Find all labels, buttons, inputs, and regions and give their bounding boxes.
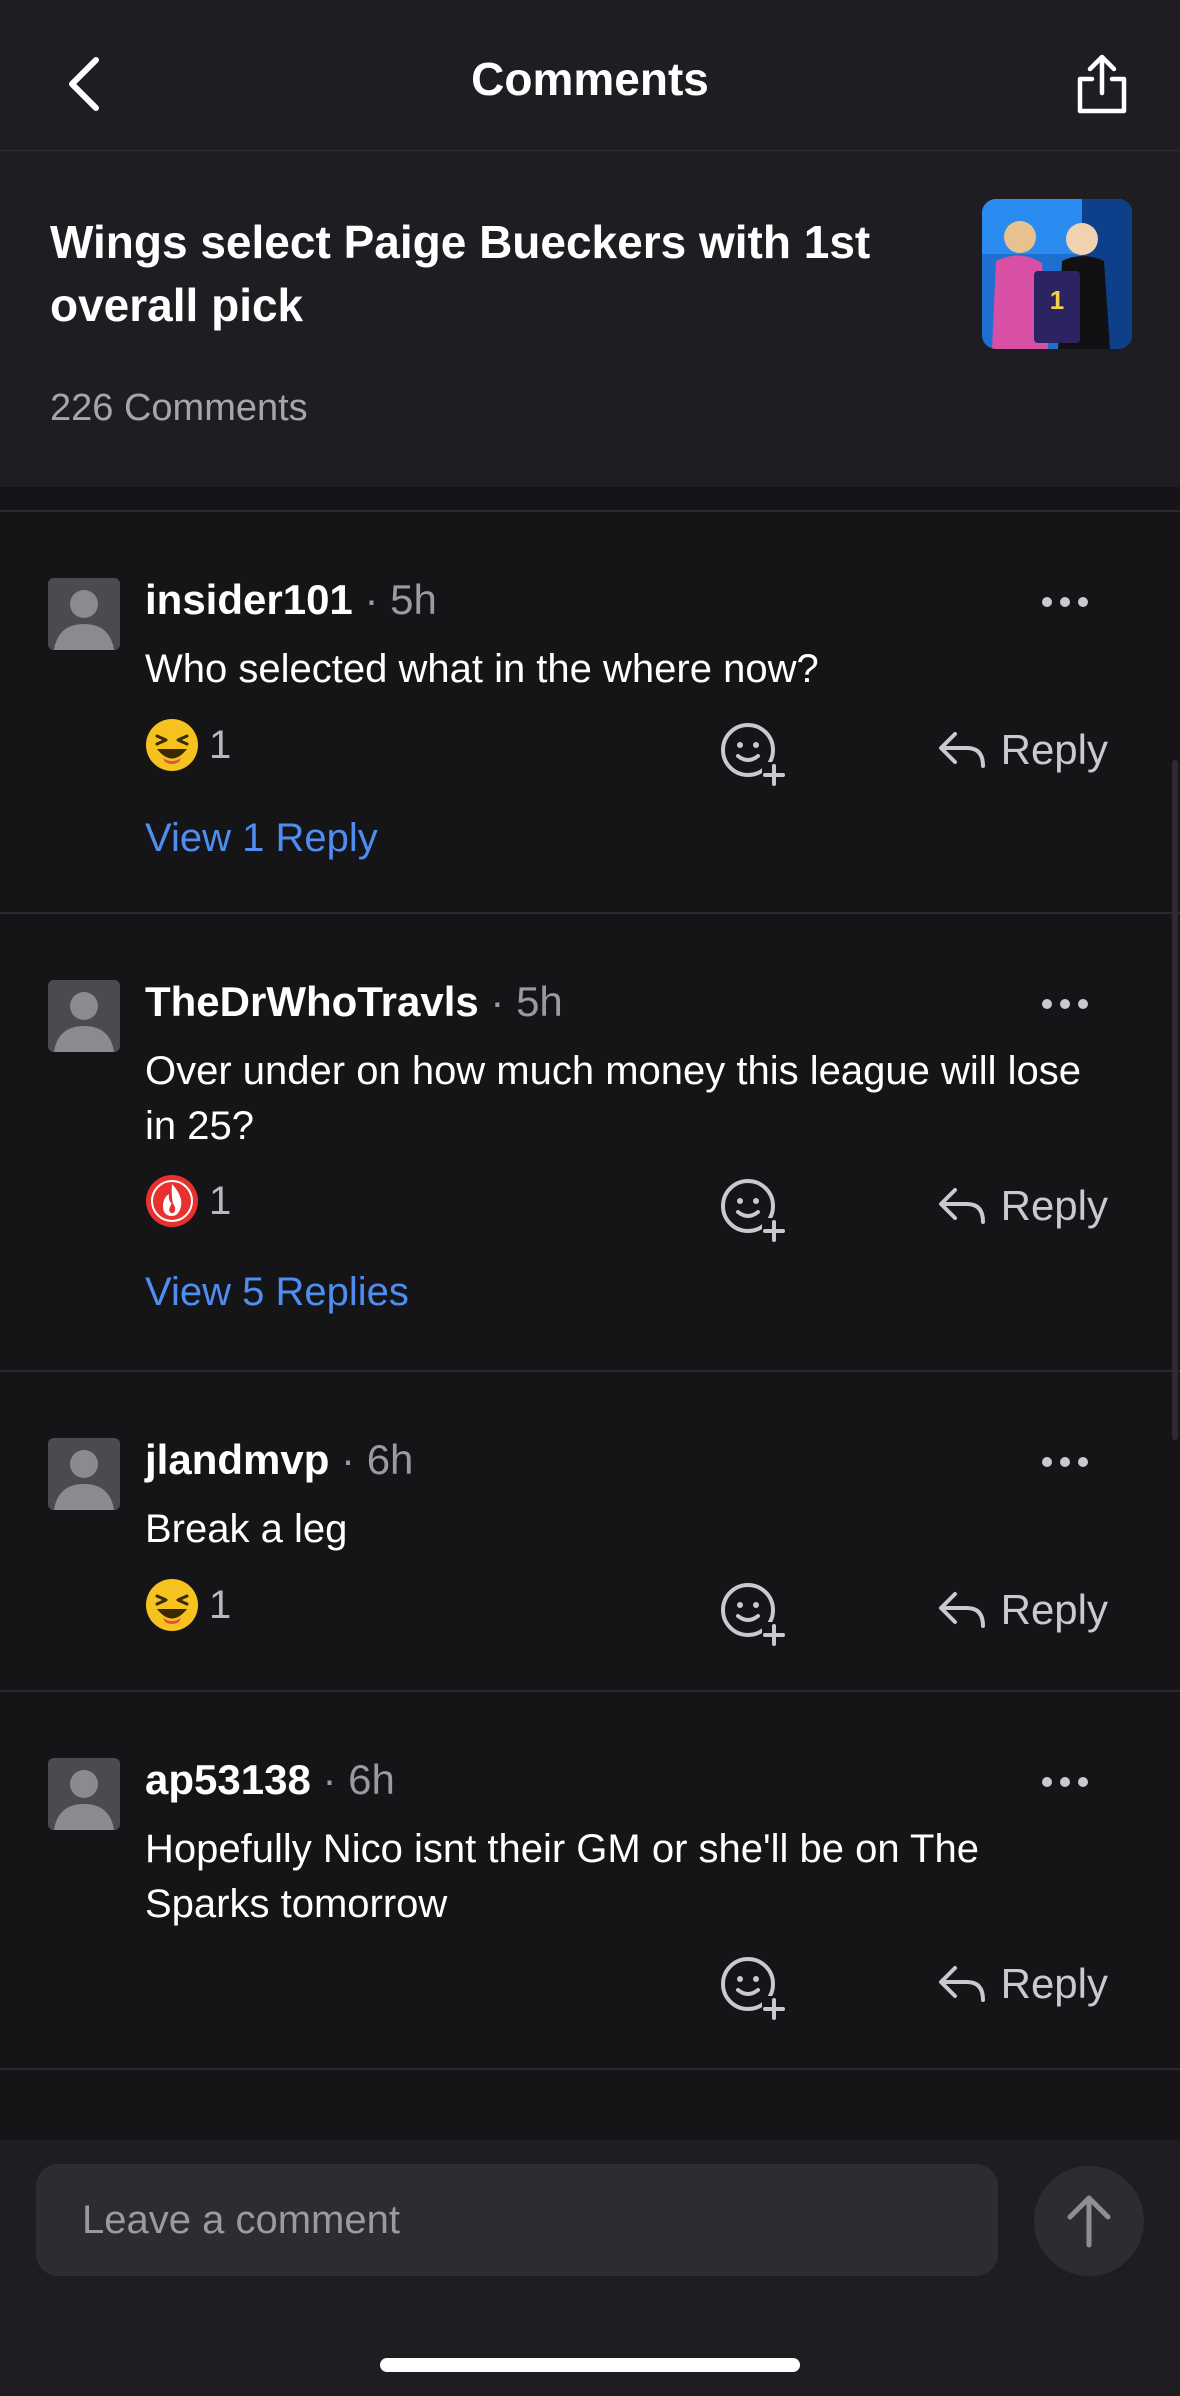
add-reaction-button[interactable]	[718, 720, 788, 790]
comment-text: Over under on how much money this league…	[145, 1049, 1082, 1148]
reply-label: Reply	[1000, 1960, 1108, 2007]
comment-count: 226 Comments	[50, 387, 308, 429]
reply-label: Reply	[1000, 1182, 1108, 1229]
avatar[interactable]	[48, 980, 120, 1052]
scrollbar[interactable]	[1172, 760, 1178, 1440]
add-reaction-button[interactable]	[718, 1954, 788, 2024]
comment-text: Break a leg	[145, 1507, 348, 1551]
reply-button[interactable]: Reply	[937, 1960, 1108, 2008]
meta-separator: ·	[364, 576, 391, 623]
laughing-emoji-icon	[146, 719, 198, 771]
more-options-button[interactable]	[1030, 984, 1100, 1024]
timestamp: 6h	[348, 1756, 395, 1803]
avatar[interactable]	[48, 578, 120, 650]
add-reaction-button[interactable]	[718, 1176, 788, 1246]
add-reaction-icon	[721, 1583, 786, 1646]
view-replies-link[interactable]: View 5 Replies	[145, 1270, 409, 1315]
username[interactable]: TheDrWhoTravls	[145, 978, 479, 1025]
comment-text: Hopefully Nico isnt their GM or she'll b…	[145, 1827, 979, 1926]
more-horizontal-icon	[1042, 1777, 1088, 1787]
add-reaction-icon	[721, 1179, 786, 1242]
comment-item: TheDrWhoTravls · 5h Over under on how mu…	[0, 914, 1180, 1372]
reply-button[interactable]: Reply	[937, 1182, 1108, 1230]
default-avatar-icon	[48, 1758, 120, 1830]
comment-meta: TheDrWhoTravls · 5h	[145, 978, 563, 1026]
comment-meta: ap53138 · 6h	[145, 1756, 395, 1804]
article-header: Wings select Paige Bueckers with 1st ove…	[0, 151, 1180, 487]
more-horizontal-icon	[1042, 597, 1088, 607]
meta-separator: ·	[341, 1436, 367, 1483]
default-avatar-icon	[48, 578, 120, 650]
meta-separator: ·	[322, 1756, 349, 1803]
comment-item: insider101 · 5h Who selected what in the…	[0, 512, 1180, 914]
add-reaction-button[interactable]	[718, 1580, 788, 1650]
username[interactable]: ap53138	[145, 1756, 311, 1803]
arrow-up-icon	[1067, 2195, 1111, 2248]
reaction-count: 1	[209, 1178, 232, 1223]
reply-button[interactable]: Reply	[937, 1586, 1108, 1634]
reply-label: Reply	[1000, 726, 1108, 773]
avatar[interactable]	[48, 1438, 120, 1510]
article-title[interactable]: Wings select Paige Bueckers with 1st ove…	[50, 211, 930, 337]
article-thumbnail[interactable]: 1	[982, 199, 1132, 349]
laughing-emoji-icon	[146, 1579, 198, 1631]
username[interactable]: insider101	[145, 576, 353, 623]
comment-text: Who selected what in the where now?	[145, 647, 819, 691]
reaction-chip[interactable]: 1	[145, 718, 231, 772]
default-avatar-icon	[48, 1438, 120, 1510]
username[interactable]: jlandmvp	[145, 1436, 329, 1483]
share-button[interactable]	[1064, 44, 1140, 124]
top-bar: Comments	[0, 0, 1180, 151]
more-options-button[interactable]	[1030, 1442, 1100, 1482]
comment-input[interactable]	[36, 2164, 998, 2276]
send-button[interactable]	[1034, 2166, 1144, 2276]
share-icon	[1077, 54, 1127, 114]
comment-item: ap53138 · 6h Hopefully Nico isnt their G…	[0, 1692, 1180, 2070]
more-horizontal-icon	[1042, 1457, 1088, 1467]
reply-arrow-icon	[938, 732, 985, 768]
reply-arrow-icon	[938, 1592, 985, 1628]
page-title: Comments	[471, 53, 709, 105]
more-options-button[interactable]	[1030, 582, 1100, 622]
article-photo: 1	[982, 199, 1132, 349]
reaction-chip[interactable]: 1	[145, 1174, 231, 1228]
more-horizontal-icon	[1042, 999, 1088, 1009]
default-avatar-icon	[48, 980, 120, 1052]
add-reaction-icon	[721, 1957, 786, 2020]
fire-emoji-icon	[146, 1175, 198, 1227]
more-options-button[interactable]	[1030, 1762, 1100, 1802]
timestamp: 5h	[516, 978, 563, 1025]
reaction-count: 1	[209, 722, 232, 767]
timestamp: 5h	[390, 576, 437, 623]
svg-text:1: 1	[1050, 285, 1064, 315]
comment-meta: jlandmvp · 6h	[145, 1436, 413, 1484]
avatar[interactable]	[48, 1758, 120, 1830]
add-reaction-icon	[721, 723, 786, 786]
view-replies-link[interactable]: View 1 Reply	[145, 816, 378, 861]
timestamp: 6h	[366, 1436, 414, 1483]
reaction-count: 1	[209, 1582, 232, 1627]
reaction-chip[interactable]: 1	[145, 1578, 231, 1632]
reply-arrow-icon	[938, 1188, 985, 1224]
reply-label: Reply	[1000, 1586, 1108, 1633]
reply-button[interactable]: Reply	[937, 726, 1108, 774]
home-indicator	[380, 2358, 800, 2372]
comment-composer	[0, 2140, 1180, 2396]
comment-item: jlandmvp · 6h Break a leg 1 Reply	[0, 1372, 1180, 1692]
meta-separator: ·	[490, 978, 517, 1025]
reply-arrow-icon	[938, 1966, 985, 2002]
comment-meta: insider101 · 5h	[145, 576, 437, 624]
